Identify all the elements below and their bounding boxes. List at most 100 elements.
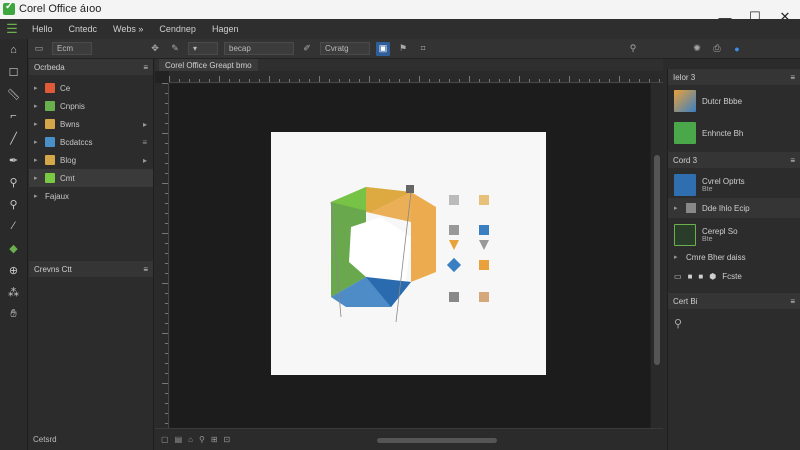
menu-item-hagen[interactable]: Hagen <box>204 24 247 34</box>
panel-menu-icon[interactable]: ≡ <box>143 63 148 72</box>
hamburger-menu-icon[interactable]: ☰ <box>0 19 24 39</box>
artboard[interactable] <box>271 132 546 375</box>
property-row[interactable]: ▸ Cmre Bher daiss <box>668 248 800 266</box>
property-item[interactable]: Cerepl So Bte <box>668 218 800 248</box>
zoom-icon[interactable]: ⚲ <box>3 173 25 191</box>
flag-icon[interactable]: ⚑ <box>396 42 410 56</box>
search-icon[interactable]: ⚲ <box>3 195 25 213</box>
tree-item[interactable]: ▸ Ce <box>29 79 153 97</box>
page-icon[interactable]: ▢ <box>161 435 169 444</box>
more-icon[interactable]: ≡ <box>142 138 147 147</box>
lock-icon[interactable]: ⌂ <box>188 435 193 444</box>
expand-arrow-icon[interactable]: ▸ <box>34 192 40 200</box>
toolbar-field-2[interactable]: becap <box>224 42 294 55</box>
fill-icon[interactable]: ◆ <box>3 239 25 257</box>
frame-icon[interactable]: ▭ <box>674 272 682 281</box>
eyedropper-icon[interactable]: ⁄ <box>3 217 25 235</box>
info-icon[interactable]: ● <box>730 42 744 56</box>
expand-arrow-icon[interactable]: ▸ <box>34 84 40 92</box>
panel-menu-icon[interactable]: ≡ <box>143 265 148 274</box>
expand-arrow-icon[interactable]: ▸ <box>34 120 40 128</box>
print-icon[interactable]: ⎙ <box>710 42 724 56</box>
new-document-icon[interactable]: ▭ <box>32 42 46 56</box>
search-icon[interactable]: ⚲ <box>668 309 800 338</box>
toolbar-field-3[interactable]: Cvratg <box>320 42 370 55</box>
square-icon[interactable]: ■ <box>698 272 703 281</box>
shape-swatch[interactable] <box>449 225 459 235</box>
tool-options-icon[interactable]: ✎ <box>168 42 182 56</box>
bezier-icon[interactable]: ⌐ <box>3 107 25 125</box>
panel-menu-icon[interactable]: ≡ <box>790 156 795 165</box>
property-row[interactable]: ▭ ■ ■ ⬢ Fcste <box>668 266 800 286</box>
shape-swatch[interactable] <box>479 292 489 302</box>
shape-swatch[interactable] <box>479 195 489 205</box>
brush-icon[interactable]: ✐ <box>300 42 314 56</box>
vertical-scroll-thumb[interactable] <box>654 155 660 365</box>
move-icon[interactable]: ✥ <box>148 42 162 56</box>
more-icon[interactable]: ▸ <box>143 120 147 129</box>
shape-triangle[interactable] <box>449 240 459 250</box>
layer-item[interactable]: Dutcr Bbbe <box>668 85 800 117</box>
globe-icon[interactable]: ⊕ <box>3 261 25 279</box>
cube-right-face[interactable] <box>411 192 436 282</box>
pen-icon[interactable]: ✒ <box>3 151 25 169</box>
layer-item[interactable]: Enhncte Bh <box>668 117 800 149</box>
expand-arrow-icon[interactable]: ▸ <box>674 204 680 212</box>
tree-item-selected[interactable]: ▸ Cmt <box>29 169 153 187</box>
transform-icon[interactable]: ⁂ <box>3 283 25 301</box>
panel-menu-icon[interactable]: ≡ <box>790 297 795 306</box>
crop-icon[interactable]: ⌗ <box>416 42 430 56</box>
shape-swatch[interactable] <box>449 292 459 302</box>
expand-arrow-icon[interactable]: ▸ <box>34 174 40 182</box>
ruler-tick <box>209 79 210 82</box>
artwork[interactable] <box>271 132 546 375</box>
expand-arrow-icon[interactable]: ▸ <box>674 253 680 261</box>
shape-swatch[interactable] <box>479 260 489 270</box>
snap-icon[interactable]: ⊡ <box>224 435 231 444</box>
grid-icon[interactable]: ⊞ <box>211 435 218 444</box>
user-icon[interactable]: ⚲ <box>626 42 640 56</box>
shape-triangle[interactable] <box>479 240 489 250</box>
settings-icon[interactable]: ✺ <box>690 42 704 56</box>
frame-icon[interactable]: ▣ <box>376 41 390 56</box>
vertical-scrollbar[interactable] <box>651 83 663 428</box>
hand-icon[interactable]: ✋︎ <box>3 305 25 323</box>
property-row[interactable]: ▸ Dde Ihlo Ecip <box>668 198 800 218</box>
more-icon[interactable]: ▸ <box>143 156 147 165</box>
property-item[interactable]: Cvrel Optrts Bte <box>668 168 800 198</box>
layer-icon[interactable]: ▤ <box>175 435 183 444</box>
menu-item-cendnep[interactable]: Cendnep <box>151 24 204 34</box>
tree-item[interactable]: ▸ Cnpnis <box>29 97 153 115</box>
zoom-icon[interactable]: ⚲ <box>199 435 205 444</box>
horizontal-scroll-thumb[interactable] <box>377 438 497 443</box>
horizontal-ruler[interactable] <box>169 71 663 83</box>
expand-arrow-icon[interactable]: ▸ <box>34 138 40 146</box>
vertical-ruler[interactable] <box>155 83 169 428</box>
document-tab[interactable]: Corel Office Greapt bmo <box>159 59 258 71</box>
tree-item-label: Bcdatccs <box>60 137 93 147</box>
tree-item[interactable]: ▸ Blog ▸ <box>29 151 153 169</box>
home-icon[interactable]: ⌂ <box>3 41 25 59</box>
menu-item-hello[interactable]: Hello <box>24 24 61 34</box>
property-toolbar: ▭ Ecm ✥ ✎ ▾ becap ✐ Cvratg ▣ ⚑ ⌗ ⚲ ✺ ⎙ ● <box>24 39 800 59</box>
shape-diamond[interactable] <box>446 257 462 273</box>
shape-swatch[interactable] <box>479 225 489 235</box>
handle-node[interactable] <box>406 185 414 193</box>
hexagon-icon[interactable]: ⬢ <box>709 272 716 281</box>
menu-item-webs[interactable]: Webs » <box>105 24 151 34</box>
tree-item[interactable]: ▸ Bwns ▸ <box>29 115 153 133</box>
square-icon[interactable]: ■ <box>688 272 693 281</box>
cube-top-right-face[interactable] <box>366 187 411 222</box>
tree-item[interactable]: ▸ Bcdatccs ≡ <box>29 133 153 151</box>
expand-arrow-icon[interactable]: ▸ <box>34 156 40 164</box>
toolbar-field-1[interactable]: Ecm <box>52 42 92 55</box>
shape-swatch[interactable] <box>449 195 459 205</box>
expand-arrow-icon[interactable]: ▸ <box>34 102 40 110</box>
panel-menu-icon[interactable]: ≡ <box>790 73 795 82</box>
menu-item-cntedc[interactable]: Cntedc <box>61 24 106 34</box>
tree-item[interactable]: ▸ Fajaux <box>29 187 153 205</box>
select-icon[interactable]: ☐ <box>3 63 25 81</box>
toolbar-dropdown[interactable]: ▾ <box>188 42 218 55</box>
line-icon[interactable]: ╱ <box>3 129 25 147</box>
ruler-icon[interactable]: 📏︎ <box>3 85 25 103</box>
